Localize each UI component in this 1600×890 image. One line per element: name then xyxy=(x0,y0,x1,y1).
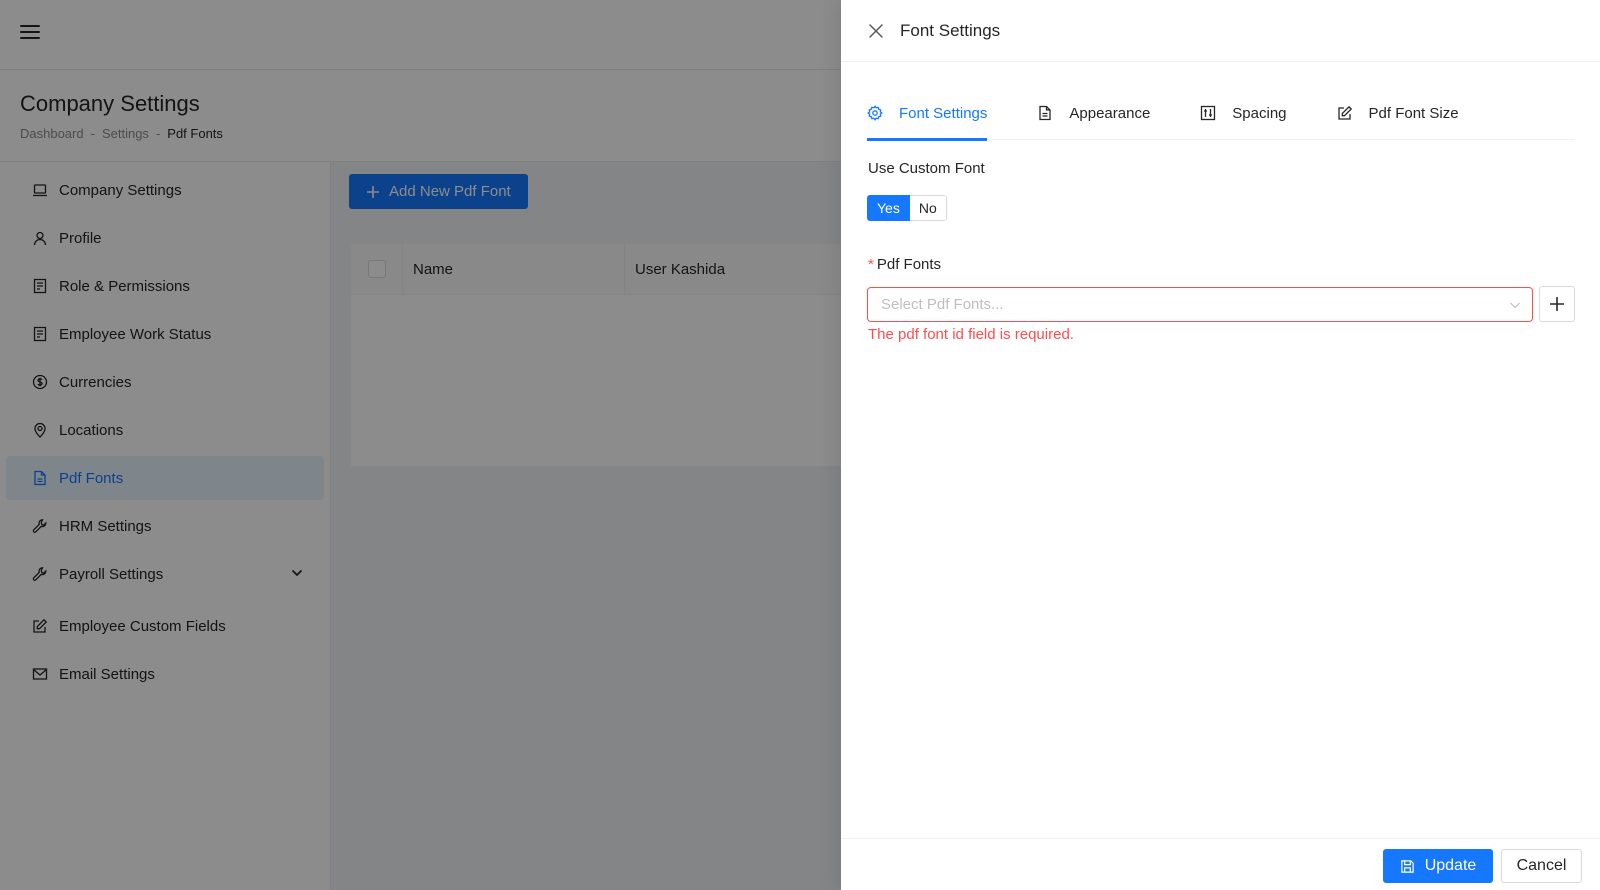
tab-appearance[interactable]: Appearance xyxy=(1037,86,1150,140)
tab-font-settings[interactable]: Font Settings xyxy=(867,86,988,141)
chevron-down-icon xyxy=(1509,299,1521,311)
pdf-fonts-label-row: * Pdf Fonts xyxy=(868,256,941,273)
drawer-header: Font Settings xyxy=(841,0,1600,62)
edit-icon xyxy=(1337,105,1353,121)
font-settings-drawer: Font Settings Font Settings Appearance S… xyxy=(841,0,1600,890)
pdf-fonts-label: Pdf Fonts xyxy=(876,256,942,273)
required-marker: * xyxy=(868,256,874,273)
tab-spacing[interactable]: Spacing xyxy=(1200,86,1287,140)
close-icon[interactable] xyxy=(867,22,885,40)
sliders-icon xyxy=(1200,105,1216,121)
gear-icon xyxy=(867,105,883,121)
plus-icon xyxy=(1549,296,1565,312)
drawer-footer: Update Cancel xyxy=(841,838,1600,890)
tab-label: Spacing xyxy=(1232,104,1287,122)
file-icon xyxy=(1037,105,1053,121)
cancel-button[interactable]: Cancel xyxy=(1501,849,1582,883)
update-button[interactable]: Update xyxy=(1383,849,1493,883)
tab-label: Appearance xyxy=(1069,104,1151,122)
save-icon xyxy=(1400,859,1415,874)
custom-font-no-option[interactable]: No xyxy=(909,195,947,221)
pdf-fonts-error: The pdf font id field is required. xyxy=(868,326,1074,343)
add-pdf-font-button[interactable] xyxy=(1539,286,1575,322)
use-custom-font-label: Use Custom Font xyxy=(868,160,985,177)
pdf-fonts-placeholder: Select Pdf Fonts... xyxy=(881,296,1004,313)
custom-font-yes-option[interactable]: Yes xyxy=(867,195,910,221)
tab-label: Font Settings xyxy=(899,104,988,122)
drawer-tabs: Font Settings Appearance Spacing Pdf Fon… xyxy=(867,86,1575,141)
pdf-fonts-select[interactable]: Select Pdf Fonts... xyxy=(867,287,1533,322)
drawer-title: Font Settings xyxy=(900,20,1001,40)
update-label: Update xyxy=(1424,857,1477,874)
use-custom-font-toggle: Yes No xyxy=(867,195,947,221)
tab-label: Pdf Font Size xyxy=(1368,104,1459,122)
tab-pdf-font-size[interactable]: Pdf Font Size xyxy=(1337,86,1459,140)
